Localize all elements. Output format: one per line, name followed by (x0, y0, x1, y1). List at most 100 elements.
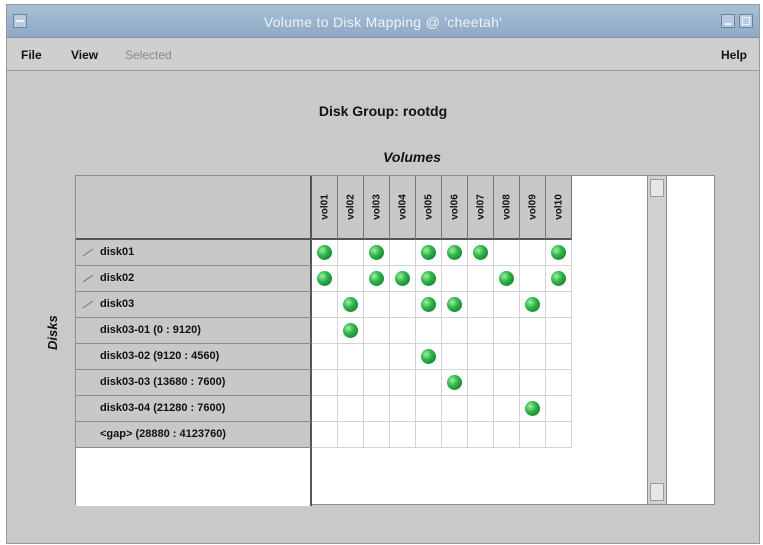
mapping-cell[interactable] (520, 292, 546, 318)
mapping-cell[interactable] (390, 318, 416, 344)
menu-view[interactable]: View (71, 48, 98, 62)
disk-row-header[interactable]: disk01 (76, 240, 312, 266)
mapping-cell[interactable] (520, 318, 546, 344)
volume-header-vol08[interactable]: vol08 (494, 176, 520, 240)
mapping-cell[interactable] (494, 396, 520, 422)
mapping-cell[interactable] (416, 292, 442, 318)
menu-file[interactable]: File (21, 48, 42, 62)
mapping-cell[interactable] (390, 344, 416, 370)
mapping-cell[interactable] (442, 240, 468, 266)
volume-header-vol06[interactable]: vol06 (442, 176, 468, 240)
disk-row-header[interactable]: disk02 (76, 266, 312, 292)
mapping-cell[interactable] (494, 266, 520, 292)
mapping-cell[interactable] (468, 318, 494, 344)
mapping-cell[interactable] (338, 240, 364, 266)
mapping-cell[interactable] (468, 344, 494, 370)
mapping-cell[interactable] (442, 292, 468, 318)
mapping-cell[interactable] (546, 344, 572, 370)
disk-row-header[interactable]: disk03 (76, 292, 312, 318)
mapping-cell[interactable] (364, 344, 390, 370)
mapping-cell[interactable] (312, 370, 338, 396)
mapping-cell[interactable] (338, 292, 364, 318)
volume-header-vol09[interactable]: vol09 (520, 176, 546, 240)
mapping-cell[interactable] (520, 370, 546, 396)
scroll-up-button[interactable] (650, 179, 664, 197)
mapping-cell[interactable] (494, 422, 520, 448)
mapping-cell[interactable] (520, 240, 546, 266)
mapping-cell[interactable] (364, 370, 390, 396)
volume-header-vol01[interactable]: vol01 (312, 176, 338, 240)
mapping-cell[interactable] (312, 292, 338, 318)
mapping-cell[interactable] (390, 292, 416, 318)
mapping-cell[interactable] (364, 422, 390, 448)
mapping-cell[interactable] (468, 292, 494, 318)
mapping-cell[interactable] (416, 370, 442, 396)
mapping-cell[interactable] (312, 240, 338, 266)
subdisk-row-header[interactable]: disk03-01 (0 : 9120) (76, 318, 312, 344)
subdisk-row-header[interactable]: disk03-02 (9120 : 4560) (76, 344, 312, 370)
mapping-cell[interactable] (520, 422, 546, 448)
mapping-cell[interactable] (364, 240, 390, 266)
mapping-cell[interactable] (520, 266, 546, 292)
volume-header-vol07[interactable]: vol07 (468, 176, 494, 240)
mapping-cell[interactable] (442, 344, 468, 370)
subdisk-row-header[interactable]: <gap> (28880 : 4123760) (76, 422, 312, 448)
mapping-cell[interactable] (468, 396, 494, 422)
mapping-cell[interactable] (442, 396, 468, 422)
mapping-cell[interactable] (494, 292, 520, 318)
tree-expander-icon[interactable] (82, 247, 94, 259)
mapping-cell[interactable] (364, 318, 390, 344)
mapping-cell[interactable] (520, 396, 546, 422)
tree-expander-icon[interactable] (82, 299, 94, 311)
mapping-cell[interactable] (494, 318, 520, 344)
subdisk-row-header[interactable]: disk03-04 (21280 : 7600) (76, 396, 312, 422)
mapping-cell[interactable] (546, 266, 572, 292)
mapping-cell[interactable] (442, 318, 468, 344)
volume-header-vol03[interactable]: vol03 (364, 176, 390, 240)
mapping-cell[interactable] (468, 266, 494, 292)
volume-header-vol02[interactable]: vol02 (338, 176, 364, 240)
mapping-cell[interactable] (546, 422, 572, 448)
mapping-cell[interactable] (416, 422, 442, 448)
mapping-cell[interactable] (364, 266, 390, 292)
maximize-icon[interactable] (739, 14, 753, 28)
mapping-cell[interactable] (546, 370, 572, 396)
mapping-cell[interactable] (312, 422, 338, 448)
mapping-cell[interactable] (312, 396, 338, 422)
mapping-cell[interactable] (442, 422, 468, 448)
mapping-cell[interactable] (338, 370, 364, 396)
mapping-cell[interactable] (338, 344, 364, 370)
mapping-cell[interactable] (468, 370, 494, 396)
mapping-cell[interactable] (468, 240, 494, 266)
mapping-cell[interactable] (338, 422, 364, 448)
mapping-cell[interactable] (546, 240, 572, 266)
mapping-cell[interactable] (312, 318, 338, 344)
mapping-cell[interactable] (338, 396, 364, 422)
mapping-cell[interactable] (390, 422, 416, 448)
mapping-cell[interactable] (468, 422, 494, 448)
menu-selected[interactable]: Selected (125, 48, 172, 62)
mapping-cell[interactable] (364, 396, 390, 422)
mapping-cell[interactable] (546, 292, 572, 318)
mapping-cell[interactable] (312, 344, 338, 370)
mapping-cell[interactable] (494, 344, 520, 370)
mapping-cell[interactable] (442, 370, 468, 396)
mapping-cell[interactable] (494, 370, 520, 396)
mapping-cell[interactable] (442, 266, 468, 292)
menu-help[interactable]: Help (721, 48, 747, 62)
mapping-cell[interactable] (338, 318, 364, 344)
volume-header-vol04[interactable]: vol04 (390, 176, 416, 240)
mapping-cell[interactable] (416, 396, 442, 422)
mapping-cell[interactable] (390, 240, 416, 266)
minimize-icon[interactable] (721, 14, 735, 28)
mapping-cell[interactable] (364, 292, 390, 318)
mapping-cell[interactable] (546, 318, 572, 344)
title-bar[interactable]: Volume to Disk Mapping @ 'cheetah' (7, 5, 759, 38)
mapping-cell[interactable] (390, 396, 416, 422)
mapping-cell[interactable] (390, 266, 416, 292)
mapping-cell[interactable] (520, 344, 546, 370)
mapping-cell[interactable] (416, 318, 442, 344)
mapping-cell[interactable] (416, 266, 442, 292)
mapping-cell[interactable] (494, 240, 520, 266)
mapping-cell[interactable] (546, 396, 572, 422)
